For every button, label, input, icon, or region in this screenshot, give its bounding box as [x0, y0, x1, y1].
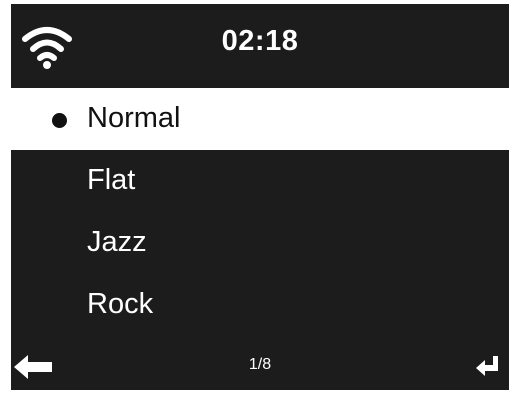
- enter-icon[interactable]: [476, 356, 500, 376]
- menu-item-rock[interactable]: Rock: [11, 274, 509, 336]
- menu-item-label: Normal: [87, 102, 181, 134]
- menu-item-label: Jazz: [87, 226, 147, 258]
- selected-bullet-icon: [52, 113, 67, 128]
- menu-item-label: Rock: [87, 288, 154, 320]
- equalizer-menu: Normal Flat Jazz Rock: [11, 88, 509, 336]
- menu-item-label: Flat: [87, 164, 136, 196]
- menu-item-jazz[interactable]: Jazz: [11, 212, 509, 274]
- clock: 02:18: [221, 25, 299, 57]
- device-screen: 02:18 Normal Flat Jazz Rock 1/8: [11, 4, 509, 390]
- bottom-bar: 1/8: [11, 340, 509, 390]
- status-bar: 02:18: [11, 4, 509, 88]
- page-indicator: 1/8: [248, 356, 272, 373]
- menu-item-normal[interactable]: Normal: [11, 88, 509, 150]
- menu-item-flat[interactable]: Flat: [11, 150, 509, 212]
